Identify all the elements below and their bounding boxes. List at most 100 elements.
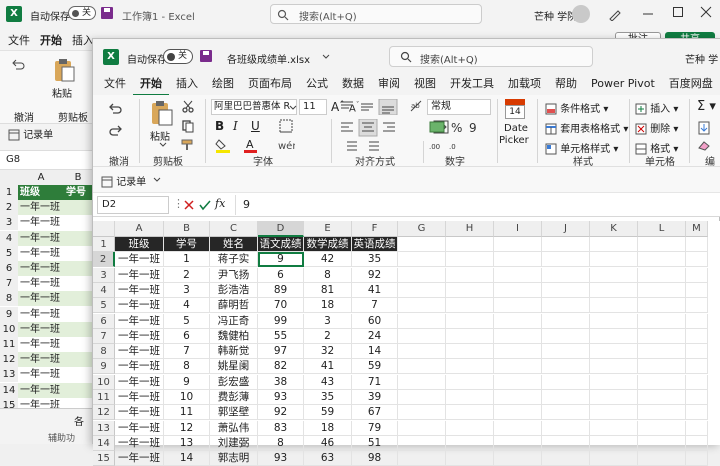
row-header[interactable]: 10 [93,374,115,390]
paste-button[interactable]: 粘贴 [150,128,170,143]
back-cell[interactable]: 一年一班 [18,382,64,398]
chevron-down-icon[interactable] [289,105,297,111]
grid-cell[interactable] [446,435,494,451]
grid-cell[interactable] [542,344,590,360]
grid-cell[interactable]: 魏健柏 [210,328,258,344]
grid-cell[interactable] [686,298,708,314]
grid-cell[interactable] [686,374,708,390]
grid-cell[interactable]: 2 [164,267,210,283]
row-header[interactable]: 2 [93,252,115,268]
back-row-header[interactable]: 5 [0,245,18,261]
grid-cell[interactable] [686,390,708,405]
grid-cell[interactable]: 60 [352,313,398,329]
tab-addins[interactable]: 加载项 [501,73,548,95]
grid-cell[interactable]: 8 [258,435,304,451]
grid-cell[interactable]: 一年一班 [115,390,164,405]
back-cell[interactable] [64,367,92,383]
grid-cell[interactable]: 6 [258,267,304,283]
grid-cell[interactable] [542,267,590,283]
workbook-filename[interactable]: 各班级成绩单.xlsx [227,51,310,66]
grid-cell[interactable] [542,420,590,436]
accounting-percent-comma-icons[interactable]: % 9 [429,119,487,135]
grid-cell[interactable]: 92 [352,267,398,283]
row-header[interactable]: 15 [93,451,115,466]
grid-cell[interactable]: 一年一班 [115,359,164,375]
paste-icon[interactable] [149,99,175,127]
grid-cell[interactable]: 41 [304,359,352,375]
back-cell[interactable]: 一年一班 [18,200,64,216]
grid-cell[interactable] [638,298,686,314]
back-row-header[interactable]: 13 [0,367,18,383]
back-cell[interactable]: 一年一班 [18,367,64,383]
row-header[interactable]: 7 [93,328,115,344]
grid-cell[interactable]: 24 [352,328,398,344]
grid-cell[interactable]: 7 [164,344,210,360]
grid-cell[interactable] [398,298,446,314]
grid-cell[interactable]: 尹飞扬 [210,267,258,283]
grid-cell[interactable] [542,252,590,268]
grid-cell[interactable]: 一年一班 [115,344,164,360]
grid-cell[interactable]: 费彭薄 [210,390,258,405]
grid-cell[interactable] [542,313,590,329]
grid-cell[interactable] [686,344,708,360]
grid-cell[interactable]: 79 [352,420,398,436]
table-header-cell[interactable]: 语文成绩 [258,237,304,252]
grid-cell[interactable]: 46 [304,435,352,451]
grid-cell[interactable] [638,359,686,375]
grid-cell[interactable] [398,359,446,375]
grid-cell[interactable]: 5 [164,313,210,329]
grid-cell[interactable] [446,344,494,360]
grid-cell[interactable] [446,420,494,436]
copy-icon[interactable] [181,119,195,133]
back-cell[interactable]: 一年一班 [18,352,64,368]
grid-cell[interactable]: 彭宏盛 [210,374,258,390]
autosave-toggle[interactable]: 关 [163,49,193,64]
grid-cell[interactable] [446,359,494,375]
back-namebox[interactable]: G8 [0,150,92,170]
grid-cell[interactable] [494,374,542,390]
delete-cells-button[interactable]: 删除 ▾ [635,120,678,135]
back-row-header[interactable]: 2 [0,200,18,216]
table-header-cell[interactable]: 数学成绩 [304,237,352,252]
grid-cell[interactable] [590,328,638,344]
grid-cell[interactable] [542,451,590,466]
paste-icon[interactable] [52,57,76,83]
grid-cell[interactable]: 59 [304,405,352,421]
grid-cell[interactable]: 6 [164,328,210,344]
grid-cell[interactable] [494,298,542,314]
grid-cell[interactable]: 9 [258,252,304,268]
back-cell[interactable] [64,321,92,337]
grid-cell[interactable] [638,420,686,436]
grid-cell[interactable]: 39 [352,390,398,405]
grid-cell[interactable] [494,435,542,451]
date-picker-label[interactable]: Date [504,123,528,134]
grid-cell[interactable]: 71 [352,374,398,390]
chevron-down-icon[interactable] [153,177,161,183]
back-row-header[interactable]: 1 [0,185,18,200]
grid-cell[interactable] [686,252,708,268]
back-cell[interactable]: 一年一班 [18,245,64,261]
grid-cell[interactable]: 一年一班 [115,374,164,390]
grid-cell[interactable]: 11 [164,405,210,421]
grid-cell[interactable] [398,267,446,283]
grid-cell[interactable]: 3 [304,313,352,329]
tab-developer[interactable]: 开发工具 [443,73,501,95]
grid-cell[interactable] [398,451,446,466]
grid-cell[interactable]: 韩新觉 [210,344,258,360]
grid-cell[interactable] [590,405,638,421]
back-cell[interactable] [64,382,92,398]
grid-cell[interactable]: 8 [304,267,352,283]
tab-file[interactable]: 文件 [97,73,133,95]
grid-cell[interactable]: 一年一班 [115,313,164,329]
grid-cell[interactable]: 92 [258,405,304,421]
grid-cell[interactable] [446,374,494,390]
tab-power-pivot[interactable]: Power Pivot [584,73,662,95]
grid-cell[interactable]: 89 [258,282,304,298]
grid-cell[interactable] [446,237,494,252]
chevron-down-icon[interactable] [322,54,330,60]
pen-icon[interactable] [608,7,622,21]
column-header[interactable]: F [352,221,398,237]
tab-baidu-netdisk[interactable]: 百度网盘 [662,73,720,95]
grid-cell[interactable] [542,282,590,298]
grid-cell[interactable]: 70 [258,298,304,314]
